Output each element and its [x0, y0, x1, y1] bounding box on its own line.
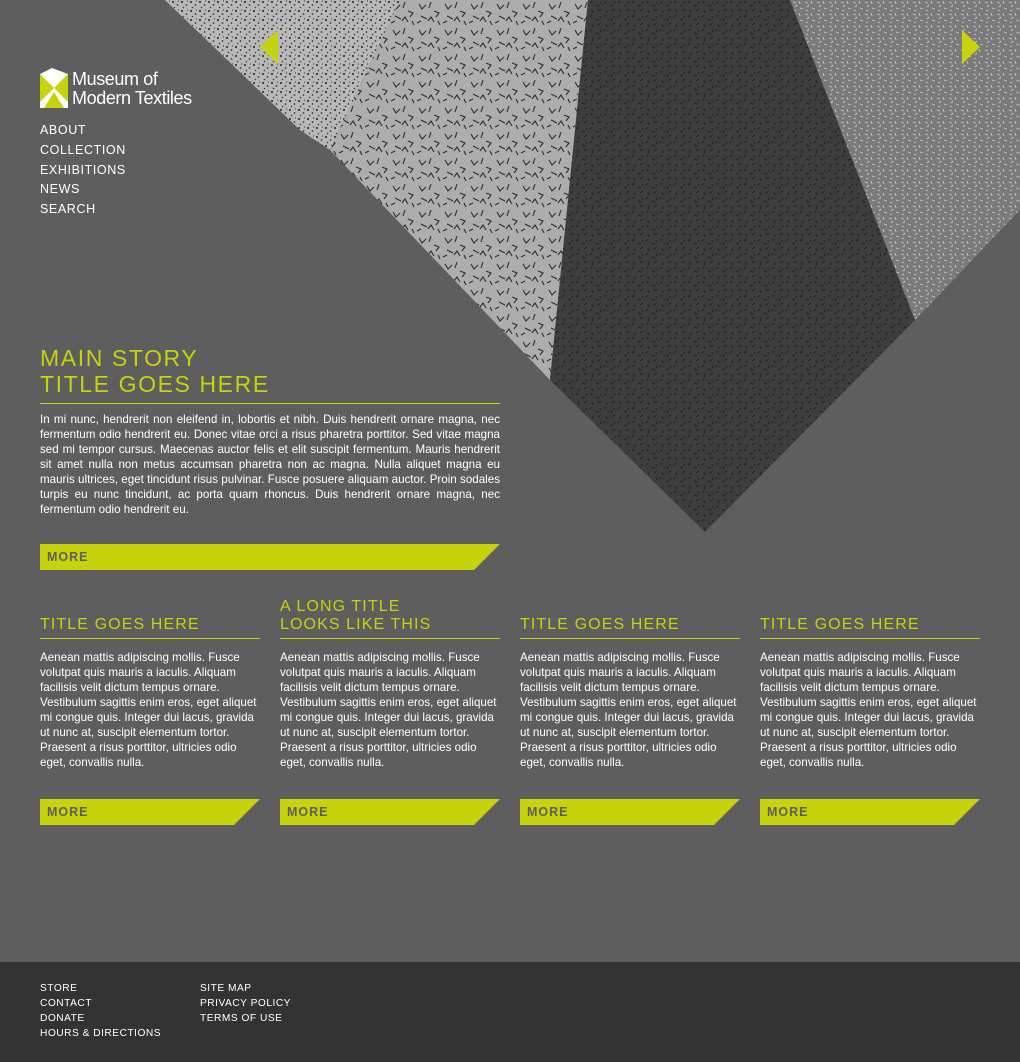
story-title: TITLE GOES HERE	[40, 602, 260, 639]
story-card: TITLE GOES HERE Aenean mattis adipiscing…	[520, 602, 740, 770]
story-title: A LONG TITLE LOOKS LIKE THIS	[280, 598, 500, 639]
footer-links-primary: STORE CONTACT DONATE HOURS & DIRECTIONS	[40, 981, 161, 1041]
story-card: TITLE GOES HERE Aenean mattis adipiscing…	[760, 602, 980, 770]
story-body: Aenean mattis adipiscing mollis. Fusce v…	[280, 651, 497, 769]
carousel-prev-button[interactable]	[258, 30, 280, 64]
story-title-line-2: LOOKS LIKE THIS	[280, 616, 432, 633]
story-title-line-1: TITLE GOES HERE	[760, 616, 920, 633]
footer-links-secondary: SITE MAP PRIVACY POLICY TERMS OF USE	[200, 981, 291, 1026]
more-label: MORE	[47, 805, 89, 819]
site-footer: STORE CONTACT DONATE HOURS & DIRECTIONS …	[0, 962, 1020, 1062]
main-story-title-line-2: TITLE GOES HERE	[40, 371, 270, 397]
triangle-right-icon	[962, 30, 980, 64]
footer-link-store[interactable]: STORE	[40, 981, 161, 996]
nav-item-exhibitions[interactable]: EXHIBITIONS	[40, 161, 126, 181]
story-title-line-1: TITLE GOES HERE	[40, 616, 200, 633]
main-story-body: In mi nunc, hendrerit non eleifend in, l…	[40, 413, 500, 516]
nav-item-search[interactable]: SEARCH	[40, 200, 126, 220]
more-label: MORE	[47, 550, 89, 564]
story-more-button[interactable]: MORE	[760, 799, 980, 825]
carousel-next-button[interactable]	[960, 30, 982, 64]
story-more-button[interactable]: MORE	[520, 799, 740, 825]
main-story-title: MAIN STORY TITLE GOES HERE	[40, 345, 500, 404]
story-more-button[interactable]: MORE	[280, 799, 500, 825]
main-story-title-line-1: MAIN STORY	[40, 345, 199, 371]
main-story: MAIN STORY TITLE GOES HERE In mi nunc, h…	[40, 345, 500, 517]
nav-item-collection[interactable]: COLLECTION	[40, 141, 126, 161]
story-title-line-1: A LONG TITLE	[280, 598, 401, 615]
story-title-line-1: TITLE GOES HERE	[520, 616, 680, 633]
logo-wordmark: Museum of Modern Textiles	[72, 70, 222, 108]
story-card: A LONG TITLE LOOKS LIKE THIS Aenean matt…	[280, 598, 500, 770]
footer-link-contact[interactable]: CONTACT	[40, 996, 161, 1011]
more-label: MORE	[287, 805, 329, 819]
footer-link-terms-of-use[interactable]: TERMS OF USE	[200, 1011, 291, 1026]
story-more-button[interactable]: MORE	[40, 799, 260, 825]
logo-line-1: Museum of	[72, 69, 158, 89]
logo-line-2: Modern Textiles	[72, 88, 192, 108]
logo-mark-icon	[40, 68, 68, 108]
main-nav: ABOUT COLLECTION EXHIBITIONS NEWS SEARCH	[40, 121, 126, 220]
story-title: TITLE GOES HERE	[760, 602, 980, 639]
story-title: TITLE GOES HERE	[520, 602, 740, 639]
main-story-more-button[interactable]: MORE	[40, 544, 500, 570]
story-body: Aenean mattis adipiscing mollis. Fusce v…	[520, 651, 737, 769]
story-card: TITLE GOES HERE Aenean mattis adipiscing…	[40, 602, 260, 770]
nav-item-about[interactable]: ABOUT	[40, 121, 126, 141]
story-body: Aenean mattis adipiscing mollis. Fusce v…	[760, 651, 977, 769]
more-label: MORE	[527, 805, 569, 819]
triangle-left-icon	[260, 30, 278, 64]
story-body: Aenean mattis adipiscing mollis. Fusce v…	[40, 651, 257, 769]
more-label: MORE	[767, 805, 809, 819]
footer-link-site-map[interactable]: SITE MAP	[200, 981, 291, 996]
footer-link-donate[interactable]: DONATE	[40, 1011, 161, 1026]
footer-link-hours-directions[interactable]: HOURS & DIRECTIONS	[40, 1026, 161, 1041]
site-logo[interactable]: Museum of Modern Textiles	[40, 68, 220, 110]
footer-link-privacy-policy[interactable]: PRIVACY POLICY	[200, 996, 291, 1011]
nav-item-news[interactable]: NEWS	[40, 180, 126, 200]
